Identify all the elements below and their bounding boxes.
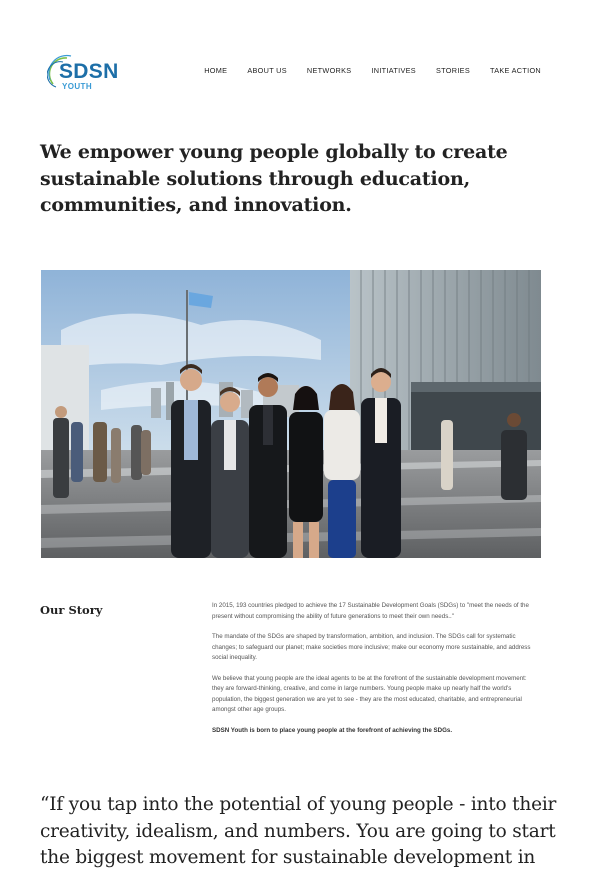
nav-take-action[interactable]: TAKE ACTION — [490, 66, 541, 75]
group-photo — [41, 270, 541, 558]
nav-about-us[interactable]: ABOUT US — [247, 66, 287, 75]
main-nav: HOME ABOUT US NETWORKS INITIATIVES STORI… — [204, 66, 541, 75]
logo-wordmark: SDSN — [59, 60, 119, 83]
nav-home[interactable]: HOME — [204, 66, 227, 75]
nav-stories[interactable]: STORIES — [436, 66, 470, 75]
our-story-title: Our Story — [40, 603, 103, 617]
group-photo-illustration — [41, 270, 541, 558]
sdsn-youth-logo[interactable]: SDSN YOUTH — [47, 54, 119, 94]
site-header: SDSN YOUTH HOME ABOUT US NETWORKS INITIA… — [0, 0, 594, 140]
story-paragraph-3: We believe that young people are the ide… — [212, 674, 527, 714]
logo-subtitle: YOUTH — [62, 82, 92, 91]
hero-headline: We empower young people globally to crea… — [40, 141, 508, 216]
our-story-body: In 2015, 193 countries pledged to achiev… — [212, 601, 538, 746]
featured-quote: “If you tap into the potential of young … — [40, 794, 557, 868]
nav-initiatives[interactable]: INITIATIVES — [371, 66, 416, 75]
story-paragraph-2: The mandate of the SDGs are shaped by tr… — [212, 633, 531, 661]
story-closing-statement: SDSN Youth is born to place young people… — [212, 726, 453, 734]
story-paragraph-1: In 2015, 193 countries pledged to achiev… — [212, 602, 529, 620]
nav-networks[interactable]: NETWORKS — [307, 66, 352, 75]
